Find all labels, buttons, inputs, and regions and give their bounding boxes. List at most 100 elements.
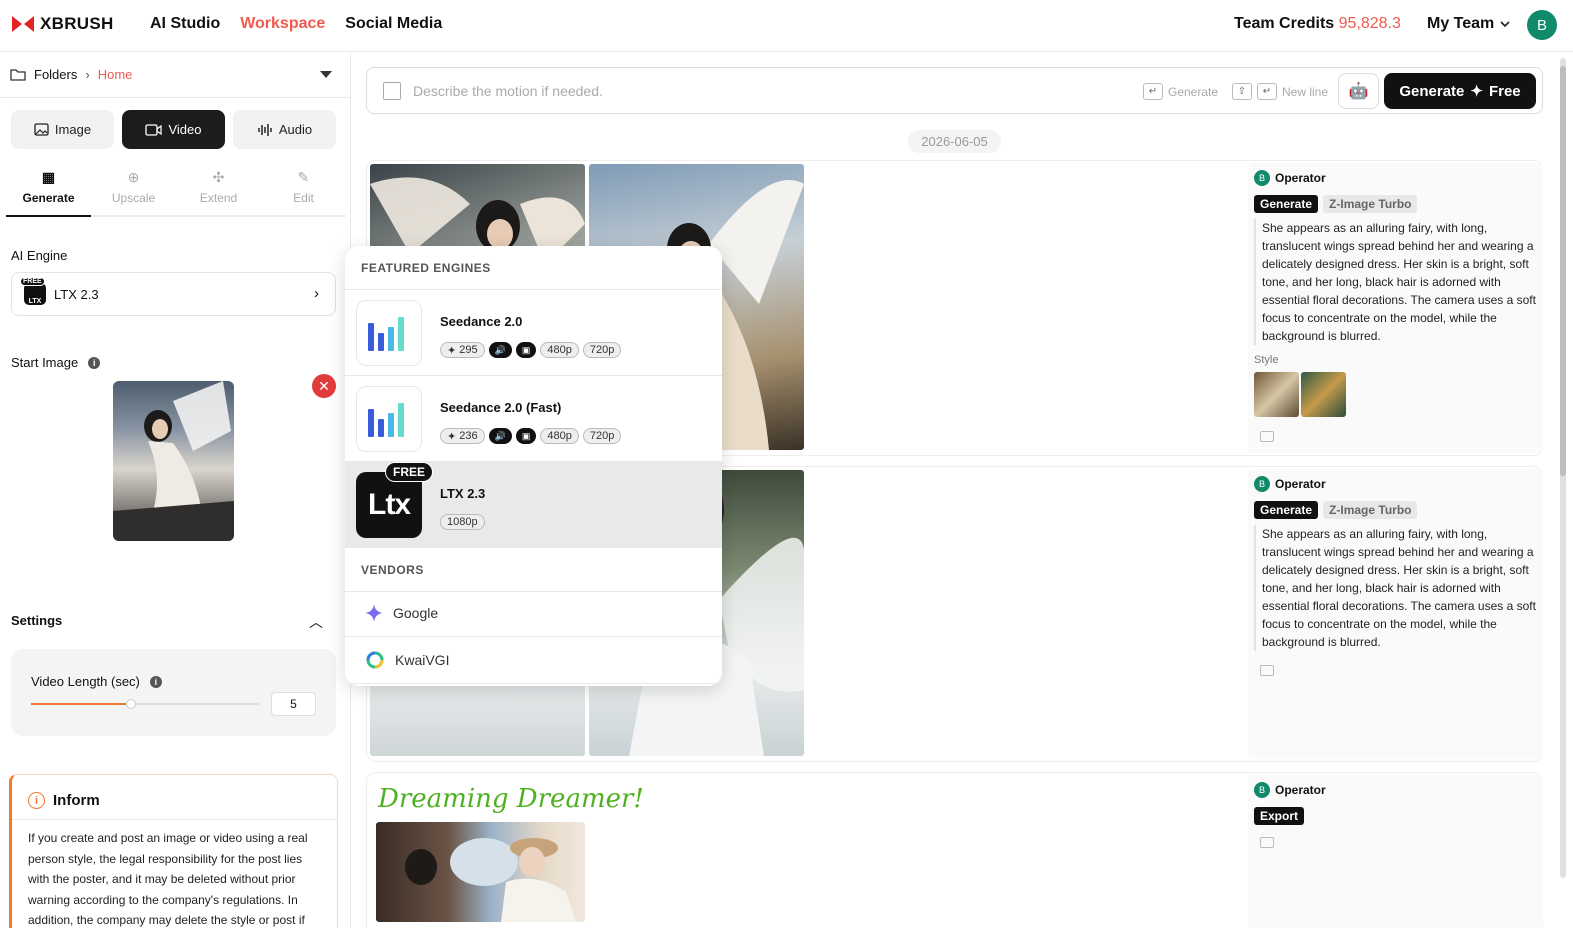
generate-button[interactable]: Generate ✦ Free (1384, 73, 1536, 109)
style-thumbnail[interactable] (1254, 372, 1299, 417)
card-info-panel: B Operator Export (1248, 775, 1543, 928)
vendor-kwaivgi[interactable]: KwaiVGI (345, 637, 722, 684)
nav-workspace[interactable]: Workspace (240, 15, 325, 33)
free-badge: FREE (385, 462, 434, 482)
brand-logo[interactable]: XBRUSH (12, 14, 114, 34)
logo-bar (388, 327, 394, 351)
result-image[interactable] (376, 822, 585, 922)
tab-upscale-label: Upscale (111, 191, 156, 205)
style-label: Style (1254, 354, 1279, 366)
resolution-badge: 720p (582, 428, 622, 444)
breadcrumb-dropdown-icon[interactable] (320, 71, 332, 78)
engine-badges: ✦ 236 🔊 ▣ 480p 720p (440, 428, 622, 444)
chevron-right-icon: › (314, 285, 319, 302)
tab-image[interactable]: Image (11, 110, 114, 149)
ai-engine-select[interactable]: FREE LTX LTX 2.3 › (11, 272, 336, 316)
team-selector[interactable]: My Team (1427, 15, 1510, 33)
image-icon (34, 123, 49, 136)
video-length-input[interactable]: 5 (271, 692, 316, 716)
engine-name: LTX 2.3 (440, 486, 486, 501)
dreamer-image (405, 838, 576, 922)
tab-generate-label: Generate (22, 191, 75, 205)
scrollbar-thumb[interactable] (1560, 66, 1566, 476)
operator-avatar: B (1254, 170, 1270, 186)
engine-option-ltx[interactable]: Ltx FREE LTX 2.3 1080p (345, 462, 722, 548)
tab-upscale[interactable]: ⊕ Upscale (91, 169, 176, 217)
logo-bar (378, 419, 384, 437)
slider-handle[interactable] (126, 699, 137, 709)
engine-option-seedance-fast[interactable]: Seedance 2.0 (Fast) ✦ 236 🔊 ▣ 480p 720p (345, 376, 722, 462)
divider (12, 819, 338, 820)
operator-name: Operator (1275, 171, 1326, 185)
breadcrumb: Folders › Home (10, 67, 132, 82)
tab-generate[interactable]: ▦ Generate (6, 169, 91, 217)
vendor-google[interactable]: Google (345, 590, 722, 637)
chevron-right-icon: › (85, 67, 90, 82)
video-length-slider[interactable] (31, 699, 259, 709)
free-badge: FREE (20, 277, 45, 286)
comment-icon[interactable] (1260, 431, 1274, 442)
credit-value: 236 (459, 430, 478, 442)
logo-bar (398, 403, 404, 437)
resolution-badge: 720p (582, 342, 622, 358)
card-description: She appears as an alluring fairy, with l… (1254, 525, 1538, 651)
breadcrumb-home[interactable]: Home (98, 67, 133, 82)
engine-option-seedance[interactable]: Seedance 2.0 ✦ 295 🔊 ▣ 480p 720p (345, 290, 722, 376)
resolution-badge: 480p (540, 428, 579, 444)
slider-fill (31, 703, 132, 705)
comment-icon[interactable] (1260, 837, 1274, 848)
nav-ai-studio[interactable]: AI Studio (150, 15, 220, 33)
settings-panel: Video Length (sec) i 5 (11, 649, 336, 736)
info-icon[interactable]: i (88, 356, 101, 369)
tab-audio[interactable]: Audio (233, 110, 336, 149)
folder-icon (10, 69, 26, 81)
tag-export: Export (1254, 807, 1305, 825)
tab-edit[interactable]: ✎ Edit (261, 169, 346, 217)
resolution-badge: 480p (540, 342, 579, 358)
operator-name: Operator (1275, 783, 1326, 797)
image-badge-icon: ▣ (515, 342, 537, 358)
style-thumbnail[interactable] (1301, 372, 1346, 417)
zoom-plus-icon: ⊕ (127, 169, 140, 185)
credit-badge: ✦ 295 (440, 342, 485, 358)
inform-panel: i Inform If you create and post an image… (9, 774, 338, 928)
style-thumbnails (1254, 372, 1346, 417)
tab-extend[interactable]: ✣ Extend (176, 169, 261, 217)
google-gemini-icon (365, 604, 383, 622)
card-tags: Export (1254, 807, 1305, 825)
credits-label: Team Credits (1234, 15, 1335, 32)
tab-video[interactable]: Video (122, 110, 225, 149)
tag-generate: Generate (1254, 195, 1319, 213)
seedance-logo-icon (356, 300, 422, 366)
prompt-bar: Describe the motion if needed. ↵ Generat… (366, 67, 1543, 114)
card-tags: Generate Z-Image Turbo (1254, 195, 1418, 213)
inform-text: If you create and post an image or video… (28, 831, 308, 927)
video-camera-icon (145, 123, 163, 136)
extend-icon: ✣ (212, 169, 225, 185)
info-icon[interactable]: i (149, 675, 162, 688)
robot-assistant-button[interactable]: 🤖 (1338, 73, 1379, 109)
motion-prompt-input[interactable]: Describe the motion if needed. (413, 83, 603, 99)
logo-bar (388, 413, 394, 437)
film-icon: ▦ (41, 169, 56, 185)
tag-model: Z-Image Turbo (1323, 501, 1418, 519)
comment-icon[interactable] (1260, 665, 1274, 676)
top-navbar: XBRUSH AI Studio Workspace Social Media … (0, 0, 1573, 52)
enter-key-icon: ↵ (1143, 83, 1163, 100)
brand-name: XBRUSH (40, 14, 114, 33)
nav-social-media[interactable]: Social Media (345, 15, 442, 33)
remove-image-button[interactable]: ✕ (312, 374, 336, 398)
start-image-thumbnail[interactable] (113, 381, 234, 541)
breadcrumb-folders[interactable]: Folders (34, 67, 77, 82)
audio-wave-icon (258, 123, 272, 136)
main-nav: AI Studio Workspace Social Media (150, 15, 442, 33)
engine-badges: 1080p (440, 514, 485, 530)
left-sidebar: Folders › Home Image Video Audio ▦ Genera… (0, 53, 351, 928)
user-avatar[interactable]: B (1527, 10, 1557, 40)
operator-avatar: B (1254, 476, 1270, 492)
robot-icon: 🤖 (1348, 83, 1369, 100)
info-circle-icon: i (28, 792, 45, 809)
chevron-up-icon[interactable]: ︿ (309, 612, 323, 632)
bar-chart-icon (368, 315, 412, 351)
vendor-kwaivgi-label: KwaiVGI (395, 652, 450, 668)
